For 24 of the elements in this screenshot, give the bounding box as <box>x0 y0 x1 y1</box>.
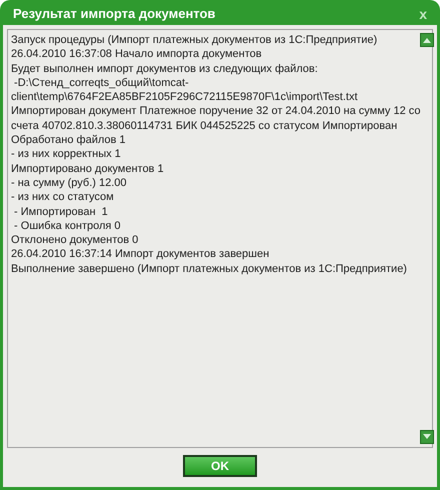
up-arrow-icon <box>423 37 432 43</box>
window-title: Результат импорта документов <box>13 5 216 24</box>
scroll-down-button[interactable] <box>420 430 434 444</box>
log-line: - из них со статусом <box>11 190 114 205</box>
log-line: Обработано файлов 1 <box>11 133 126 148</box>
log-line: Отклонено документов 0 <box>11 233 138 248</box>
log-line: Импортирован документ Платежное поручение 32 от 24.04.2010 на сумму 12 со <box>11 104 420 119</box>
ok-button[interactable]: OK <box>183 454 257 476</box>
log-line: - Ошибка контроля 0 <box>13 218 121 234</box>
log-line: - на сумму (руб.) 12.00 <box>11 176 127 190</box>
log-line: -D:\Стенд_correqts_общий\tomcat- <box>13 76 189 90</box>
log-line: 26.04.2010 16:37:14 Импорт документов завершен <box>11 247 270 262</box>
log-line: счета 40702.810.3.38060114731 БИК 044525225 со статусом Импортирован <box>11 118 398 134</box>
log-line: Импортировано документов 1 <box>11 162 164 176</box>
log-line: Будет выполнен импорт документов из следующих файлов: <box>11 62 318 76</box>
down-arrow-icon <box>423 434 432 440</box>
log-line: Выполнение завершено (Импорт платежных документов из 1С:Предприятие) <box>11 262 407 276</box>
scroll-up-button[interactable] <box>420 33 434 47</box>
log-line: 26.04.2010 16:37:08 Начало импорта документов <box>11 47 262 62</box>
log-line: client\temp\6764F2EA85BF2105F296C72115E9870F\1c\import\Test.txt <box>11 90 358 104</box>
log-line: - из них корректных 1 <box>11 147 121 162</box>
log-line: Запуск процедуры (Импорт платежных документов из 1С:Предприятие) <box>11 33 378 48</box>
close-button[interactable]: x <box>419 7 427 21</box>
log-line: - Импортирован 1 <box>13 204 108 219</box>
